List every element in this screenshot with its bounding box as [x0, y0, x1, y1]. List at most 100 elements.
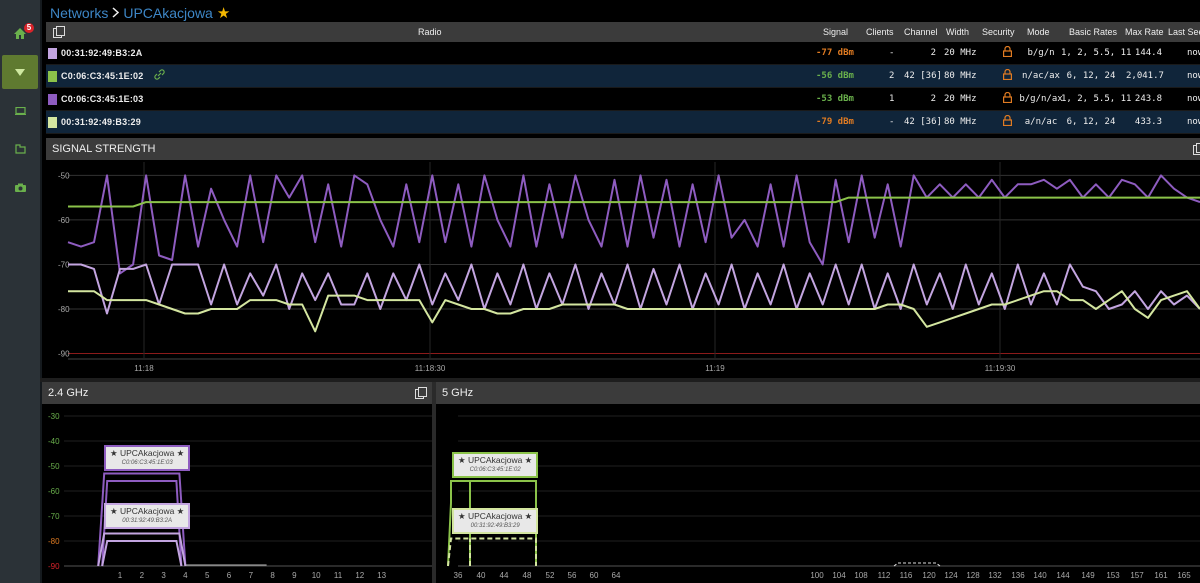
color-swatch	[48, 116, 57, 128]
lock-icon	[1003, 45, 1013, 60]
camera-icon	[14, 183, 26, 192]
x-tick-label: 104	[832, 571, 846, 580]
signal-strength-header: SIGNAL STRENGTH	[46, 138, 1200, 160]
table-row[interactable]: C0:06:C3:45:1E:02 -56 dBm 2 42 [36] 80 MHz n/…	[46, 65, 1200, 88]
notification-badge: 5	[24, 23, 34, 33]
breadcrumb-networks-link[interactable]: Networks	[50, 5, 108, 21]
ap-label-bssid: C0:06:C3:45:1E:03	[121, 460, 173, 466]
basic-rates-value: 6, 12, 24	[1066, 71, 1116, 81]
width-value: 80 MHz	[944, 117, 977, 127]
channel-value: 42 [36]	[904, 117, 942, 127]
ap-signal-curve	[447, 537, 537, 567]
clients-value: -	[889, 48, 895, 58]
x-tick-label: 5	[205, 571, 210, 580]
breadcrumb-current: UPCAkacjowa	[123, 5, 213, 21]
x-tick-label: 12	[355, 571, 364, 580]
col-mode[interactable]: Mode	[1027, 27, 1050, 37]
sidebar-home-button[interactable]: 5	[0, 16, 40, 50]
x-tick-label: 11:19:30	[985, 364, 1016, 373]
mode-value: n/ac/ax	[1022, 71, 1060, 81]
ap-label-ssid: ★ UPCAkacjowa ★	[458, 455, 533, 465]
basic-rates-value: 1, 2, 5.5, 11	[1061, 48, 1132, 58]
max-rate-value: 433.3	[1134, 117, 1162, 127]
favorite-star-icon[interactable]: ★	[217, 4, 230, 22]
radio-mac: 00:31:92:49:B3:29	[61, 117, 141, 127]
ap-label-bssid: C0:06:C3:45:1E:02	[469, 467, 521, 473]
ap-label-lavender[interactable]: ★ UPCAkacjowa ★ 00:31:92:49:B3:2A	[104, 503, 191, 529]
signal-value: -77 dBm	[816, 48, 854, 58]
y-tick-label: -50	[58, 171, 70, 180]
ap-label-purple[interactable]: ★ UPCAkacjowa ★ C0:06:C3:45:1E:03	[104, 445, 191, 471]
col-radio[interactable]: Radio	[418, 27, 442, 37]
x-tick-label: 116	[900, 571, 913, 580]
col-last-seen[interactable]: Last Seen	[1168, 27, 1200, 37]
x-tick-label: 157	[1130, 571, 1144, 580]
channel-value: 2	[930, 48, 936, 58]
clients-value: 2	[889, 71, 895, 81]
ap-label-pale-green[interactable]: ★ UPCAkacjowa ★ 00:31:92:49:B3:29	[452, 508, 539, 534]
col-security[interactable]: Security	[982, 27, 1015, 37]
radio-mac: C0:06:C3:45:1E:02	[61, 71, 144, 81]
signal-strength-title: SIGNAL STRENGTH	[52, 143, 156, 155]
col-width[interactable]: Width	[946, 27, 969, 37]
x-tick-label: 52	[546, 571, 555, 580]
sidebar-networks-button[interactable]	[2, 55, 38, 89]
x-tick-label: 108	[854, 571, 868, 580]
max-rate-value: 243.8	[1134, 94, 1162, 104]
radio-mac: 00:31:92:49:B3:2A	[61, 48, 143, 58]
ap-signal-curve	[97, 532, 187, 567]
table-row[interactable]: 00:31:92:49:B3:29 -79 dBm -42 [36] 80 MHz a/…	[46, 111, 1200, 134]
x-tick-label: 6	[227, 571, 232, 580]
x-tick-label: 9	[292, 571, 297, 580]
table-row[interactable]: 00:31:92:49:B3:2A -77 dBm - 2 20 MHz b/g/n 1, …	[46, 42, 1200, 65]
col-max-rate[interactable]: Max Rate	[1125, 27, 1164, 37]
copy-icon[interactable]	[53, 26, 65, 38]
y-tick-label: -60	[48, 487, 60, 496]
x-tick-label: 8	[270, 571, 275, 580]
last-seen-value: now	[1187, 117, 1200, 127]
x-tick-label: 4	[183, 571, 188, 580]
signal-strength-chart: -50-60-70-80-9011:18 11:18:30 11:19 11:19:3…	[58, 162, 1200, 373]
lock-icon	[1003, 91, 1013, 106]
copy-icon[interactable]	[1193, 143, 1200, 155]
y-tick-label: -60	[58, 216, 70, 225]
x-tick-label: 36	[454, 571, 463, 580]
mode-value: b/g/n/ax	[1019, 94, 1063, 104]
band-5-chart: 36 40 44 48 52 56 60 64 100 104 108 112 116 120 124 128…	[447, 415, 1200, 580]
x-tick-label: 140	[1033, 571, 1047, 580]
ap-signal-curve	[101, 540, 183, 567]
copy-icon[interactable]	[415, 387, 427, 399]
ap-label-green[interactable]: ★ UPCAkacjowa ★ C0:06:C3:45:1E:02	[452, 452, 539, 478]
y-tick-label: -80	[48, 537, 60, 546]
sidebar-camera-button[interactable]	[0, 170, 40, 204]
signal-value: -56 dBm	[816, 71, 854, 81]
basic-rates-value: 1, 2, 5.5, 11	[1061, 94, 1132, 104]
x-tick-label: 124	[944, 571, 958, 580]
x-tick-label: 100	[810, 571, 824, 580]
band-24-chart: -30-40-50-60-70-80-901 2 3 4 5 6 7 8 9 10 11 12 13	[48, 412, 432, 580]
y-tick-label: -40	[48, 437, 60, 446]
link-icon[interactable]	[154, 69, 165, 83]
clients-value: 1	[889, 94, 895, 104]
col-signal[interactable]: Signal	[823, 27, 848, 37]
x-tick-label: 149	[1081, 571, 1095, 580]
x-tick-label: 136	[1011, 571, 1025, 580]
color-swatch	[48, 70, 57, 82]
signal-value: -79 dBm	[816, 117, 854, 127]
sidebar: 5	[0, 0, 40, 583]
series-line-1	[68, 263, 1200, 315]
x-tick-label: 40	[477, 571, 486, 580]
last-seen-value: now	[1187, 48, 1200, 58]
table-row[interactable]: C0:06:C3:45:1E:03 -53 dBm 1 2 20 MHz b/g/n/ax…	[46, 88, 1200, 111]
channel-value: 42 [36]	[904, 71, 942, 81]
sidebar-files-button[interactable]	[0, 132, 40, 166]
col-channel[interactable]: Channel	[904, 27, 938, 37]
x-tick-label: 11:18	[134, 364, 154, 373]
col-basic-rates[interactable]: Basic Rates	[1069, 27, 1117, 37]
y-tick-label: -90	[48, 562, 60, 571]
col-clients[interactable]: Clients	[866, 27, 894, 37]
sidebar-devices-button[interactable]	[0, 94, 40, 128]
ap-label-ssid: ★ UPCAkacjowa ★	[110, 448, 185, 458]
band-24-header: 2.4 GHz	[42, 382, 432, 404]
series-line-2	[68, 196, 1200, 208]
